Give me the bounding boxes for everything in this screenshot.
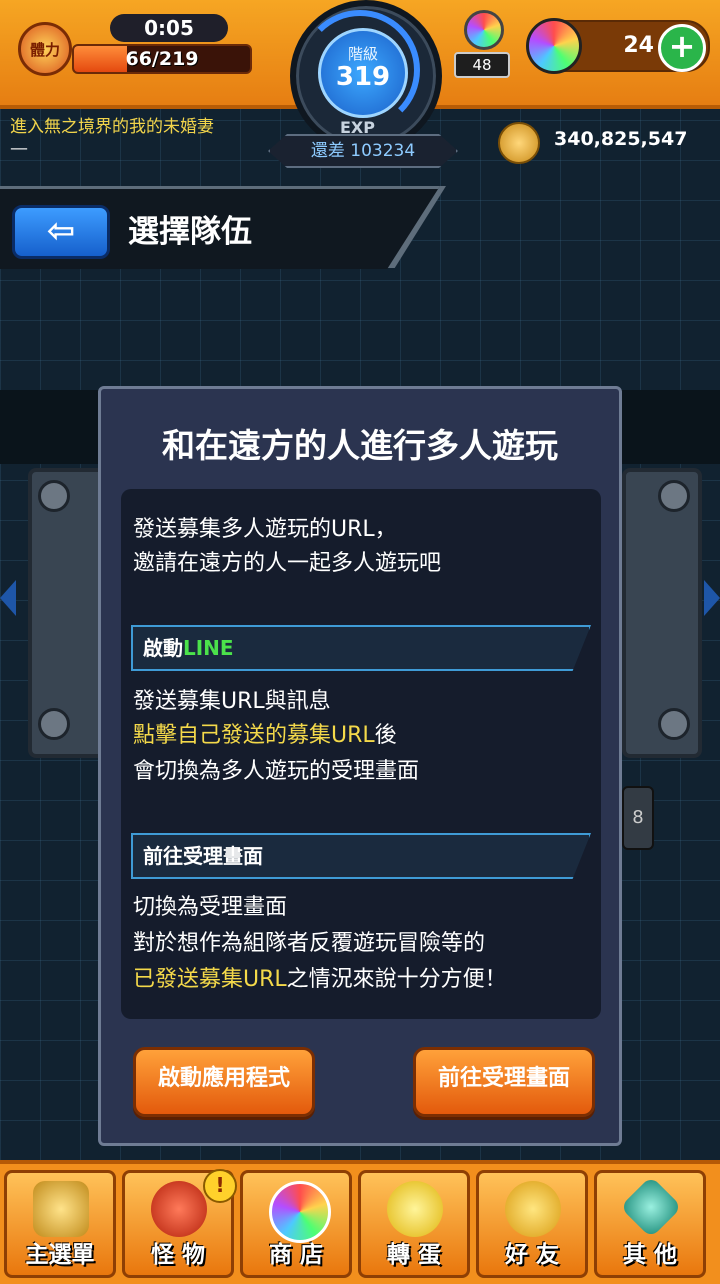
section2-line-3-rest: 之情況來說十分方便！: [286, 967, 507, 992]
section1-line-1: 發送募集URL與訊息: [133, 689, 331, 714]
nav-shop[interactable]: 商 店: [240, 1170, 352, 1278]
rainbow-orb-icon: [464, 10, 504, 50]
orb-stock-icon[interactable]: [456, 10, 506, 50]
bottom-nav: 主選單 ! 怪 物 商 店 轉 蛋 好 友 其 他: [0, 1160, 720, 1284]
orb-stock-count: 48: [454, 52, 510, 78]
nav-label: 商 店: [268, 1242, 323, 1268]
back-button[interactable]: ⇦: [12, 205, 110, 259]
quest-subtitle: —: [10, 138, 28, 159]
rank-core: 階級 319: [318, 28, 408, 118]
alert-badge: !: [203, 1169, 237, 1203]
dialog-content: 發送募集多人遊玩的URL， 邀請在遠方的人一起多人遊玩吧 啟動LINE 發送募集…: [121, 489, 601, 1019]
line-highlight: LINE: [183, 636, 234, 660]
stamina-icon: 體力: [18, 22, 72, 76]
coin-icon: [498, 122, 540, 164]
friends-icon: [505, 1181, 561, 1237]
nav-label: 其 他: [622, 1242, 677, 1268]
monster-icon: [151, 1181, 207, 1237]
left-arrow-icon[interactable]: [0, 580, 16, 616]
section-launch-line: 啟動LINE: [131, 625, 591, 671]
gate-icon: [33, 1181, 89, 1237]
section2-highlight: 已發送募集URL: [133, 967, 287, 992]
section1-line-3: 會切換為多人遊玩的受理畫面: [133, 759, 420, 784]
section-go-reception-label: 前往受理畫面: [143, 844, 263, 868]
left-side-panel: [28, 468, 108, 758]
nav-gacha[interactable]: 轉 蛋: [358, 1170, 470, 1278]
screw-icon: [38, 480, 70, 512]
right-side-panel: [622, 468, 702, 758]
stamina-bar: 66/219: [72, 44, 252, 74]
section2-line-1: 切換為受理畫面: [133, 895, 288, 920]
intro-line-1: 發送募集多人遊玩的URL，: [133, 517, 397, 542]
rank-value: 319: [335, 62, 391, 92]
right-arrow-icon[interactable]: [704, 580, 720, 616]
section1-line-2-rest: 後: [374, 723, 397, 748]
add-gem-button[interactable]: +: [658, 24, 706, 72]
section1-highlight: 點擊自己發送的募集URL: [133, 723, 375, 748]
screw-icon: [658, 480, 690, 512]
go-reception-button[interactable]: 前往受理畫面: [413, 1047, 595, 1117]
nav-label: 好 友: [504, 1242, 559, 1268]
section2-line-2: 對於想作為組隊者反覆遊玩冒險等的: [133, 931, 486, 956]
gem-icon: [526, 18, 582, 74]
section-label-prefix: 啟動: [143, 636, 183, 660]
nav-monsters[interactable]: ! 怪 物: [122, 1169, 237, 1278]
side-badge: 8: [622, 786, 654, 850]
orb-icon: [269, 1181, 331, 1243]
rank-label: 階級: [347, 45, 378, 63]
nav-friends[interactable]: 好 友: [476, 1170, 588, 1278]
nav-other[interactable]: 其 他: [594, 1170, 706, 1278]
launch-app-button[interactable]: 啟動應用程式: [133, 1047, 315, 1117]
section-launch-line-label: 啟動LINE: [143, 627, 234, 669]
section1-line-2: 點擊自己發送的募集URL後: [133, 717, 397, 749]
nav-main-menu[interactable]: 主選單: [4, 1170, 116, 1278]
quest-title: 進入無之境界的我的未婚妻: [10, 117, 214, 137]
section-go-reception: 前往受理畫面: [131, 833, 591, 879]
section2-line-3: 已發送募集URL之情況來說十分方便！: [133, 961, 507, 993]
gem-counter: 24 +: [526, 18, 710, 74]
stamina-value: 66/219: [125, 48, 199, 70]
nav-label: 轉 蛋: [386, 1242, 441, 1268]
nav-label: 怪 物: [150, 1242, 205, 1268]
page-title: 選擇隊伍: [128, 214, 252, 250]
multiplayer-dialog: 和在遠方的人進行多人遊玩 發送募集多人遊玩的URL， 邀請在遠方的人一起多人遊玩…: [98, 386, 622, 1146]
dialog-title: 和在遠方的人進行多人遊玩: [162, 426, 558, 465]
stamina-widget: 體力 0:05 66/219: [14, 14, 254, 76]
screw-icon: [658, 708, 690, 740]
egg-icon: [387, 1181, 443, 1237]
other-icon: [619, 1175, 683, 1239]
screw-icon: [38, 708, 70, 740]
stamina-timer: 0:05: [110, 14, 228, 42]
exp-remaining: 還差 103234: [268, 134, 458, 168]
intro-line-2: 邀請在遠方的人一起多人遊玩吧: [133, 551, 442, 576]
gem-count: 24: [623, 33, 654, 58]
coin-count: 340,825,547: [554, 128, 688, 150]
nav-label: 主選單: [25, 1242, 95, 1268]
